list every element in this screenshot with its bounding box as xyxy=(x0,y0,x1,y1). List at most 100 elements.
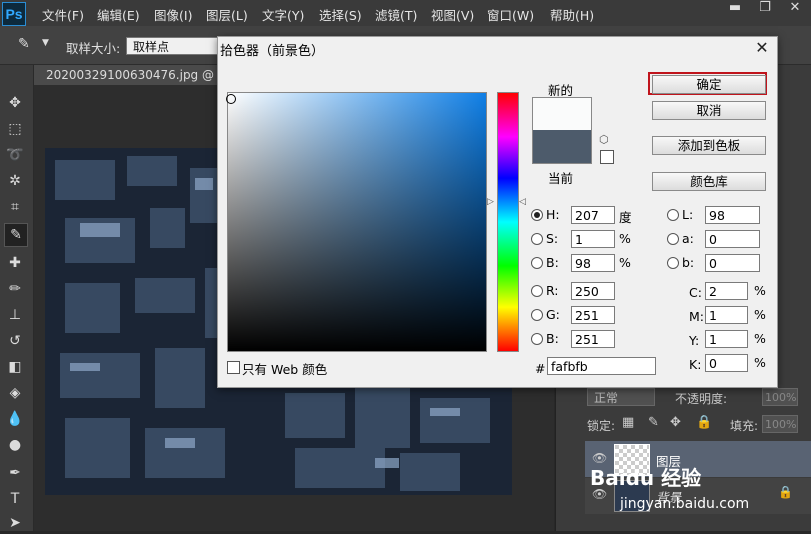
minimize-icon[interactable]: ▬ xyxy=(722,0,748,18)
hex-label: # xyxy=(535,361,546,376)
fill-label: 填充: xyxy=(730,419,759,433)
menu-file[interactable]: 文件(F) xyxy=(42,5,84,24)
red-label: R: xyxy=(546,283,559,298)
web-colors-only-label: 只有 Web 颜色 xyxy=(242,362,328,377)
web-colors-only-checkbox[interactable] xyxy=(227,361,240,374)
sample-size-select[interactable]: 取样点 xyxy=(126,37,218,55)
blue-label: B: xyxy=(546,331,559,346)
web-safe-swatch-icon[interactable] xyxy=(600,150,614,164)
hue-input[interactable]: 207 xyxy=(571,206,615,224)
black-label: K: xyxy=(689,357,702,372)
radio-lab-b[interactable] xyxy=(667,257,679,269)
black-input[interactable]: 0 xyxy=(705,354,748,372)
hue-slider[interactable] xyxy=(497,92,519,352)
marquee-tool-icon[interactable]: ⬚ xyxy=(4,118,26,140)
watermark-url: jingyan.baidu.com xyxy=(620,496,750,512)
eyedropper-icon[interactable]: ✎ xyxy=(18,36,30,52)
close-window-icon[interactable]: ✕ xyxy=(782,0,808,18)
healing-brush-icon[interactable]: ✚ xyxy=(4,252,26,274)
menu-window[interactable]: 窗口(W) xyxy=(487,5,534,24)
saturation-input[interactable]: 1 xyxy=(571,230,615,248)
current-color-swatch[interactable] xyxy=(532,130,592,164)
restore-icon[interactable]: ❐ xyxy=(752,0,778,18)
lab-a-input[interactable]: 0 xyxy=(705,230,760,248)
menu-edit[interactable]: 编辑(E) xyxy=(97,5,140,24)
stamp-tool-icon[interactable]: ⊥ xyxy=(4,304,26,326)
lock-pixels-icon[interactable]: ▦ xyxy=(622,415,634,430)
cyan-unit: % xyxy=(754,283,766,298)
hex-input[interactable]: fafbfb xyxy=(547,357,656,375)
paint-bucket-icon[interactable]: ◈ xyxy=(4,382,26,404)
quick-select-tool-icon[interactable]: ✲ xyxy=(4,170,26,192)
pen-tool-icon[interactable]: ✒ xyxy=(4,462,26,484)
yellow-input[interactable]: 1 xyxy=(705,330,748,348)
menu-view[interactable]: 视图(V) xyxy=(431,5,474,24)
hue-arrow-right-icon[interactable]: ◁ xyxy=(519,197,526,207)
blur-tool-icon[interactable]: 💧 xyxy=(4,408,26,430)
menu-filter[interactable]: 滤镜(T) xyxy=(375,5,417,24)
menu-help[interactable]: 帮助(H) xyxy=(550,5,594,24)
cyan-input[interactable]: 2 xyxy=(705,282,748,300)
fill-field[interactable]: 100% xyxy=(762,415,798,433)
eraser-tool-icon[interactable]: ◧ xyxy=(4,356,26,378)
red-input[interactable]: 250 xyxy=(571,282,615,300)
move-tool-icon[interactable]: ✥ xyxy=(4,92,26,114)
dodge-tool-icon[interactable]: ● xyxy=(4,434,26,456)
brush-tool-icon[interactable]: ✏ xyxy=(4,278,26,300)
lab-l-input[interactable]: 98 xyxy=(705,206,760,224)
saturation-unit: % xyxy=(619,231,631,246)
sample-size-label: 取样大小: xyxy=(66,41,121,56)
menu-type[interactable]: 文字(Y) xyxy=(262,5,304,24)
type-tool-icon[interactable]: T xyxy=(4,488,26,510)
close-icon[interactable]: ✕ xyxy=(752,38,772,58)
lock-paint-icon[interactable]: ✎ xyxy=(648,415,659,430)
blue-input[interactable]: 251 xyxy=(571,330,615,348)
menu-image[interactable]: 图像(I) xyxy=(154,5,192,24)
radio-lab-a[interactable] xyxy=(667,233,679,245)
out-of-gamut-cube-icon[interactable]: ⬡ xyxy=(599,133,609,146)
color-field-marker[interactable] xyxy=(226,94,236,104)
lab-l-label: L: xyxy=(682,207,694,222)
cancel-button[interactable]: 取消 xyxy=(652,101,766,120)
lasso-tool-icon[interactable]: ➰ xyxy=(4,144,26,166)
history-brush-icon[interactable]: ↺ xyxy=(4,330,26,352)
hue-unit: 度 xyxy=(619,210,632,225)
add-to-swatches-button[interactable]: 添加到色板 xyxy=(652,136,766,155)
lock-move-icon[interactable]: ✥ xyxy=(670,415,681,430)
radio-lab-l[interactable] xyxy=(667,209,679,221)
green-input[interactable]: 251 xyxy=(571,306,615,324)
lab-b-input[interactable]: 0 xyxy=(705,254,760,272)
radio-red[interactable] xyxy=(531,285,543,297)
chevron-down-icon[interactable]: ▼ xyxy=(42,38,49,48)
brightness-unit: % xyxy=(619,255,631,270)
lock-label: 锁定: xyxy=(587,419,616,433)
magenta-input[interactable]: 1 xyxy=(705,306,748,324)
saturation-brightness-field[interactable] xyxy=(227,92,487,352)
ok-button[interactable]: 确定 xyxy=(652,75,766,94)
opacity-field[interactable]: 100% xyxy=(762,388,798,406)
radio-saturation[interactable] xyxy=(531,233,543,245)
radio-brightness[interactable] xyxy=(531,257,543,269)
dialog-title: 拾色器（前景色） xyxy=(220,44,325,59)
magenta-label: M: xyxy=(689,309,704,324)
radio-green[interactable] xyxy=(531,309,543,321)
blend-mode-select[interactable]: 正常 xyxy=(587,388,655,406)
layer-lock-icon: 🔒 xyxy=(778,485,793,499)
crop-tool-icon[interactable]: ⌗ xyxy=(4,196,26,218)
opacity-label: 不透明度: xyxy=(675,392,728,406)
yellow-label: Y: xyxy=(689,333,700,348)
cyan-label: C: xyxy=(689,285,702,300)
lock-all-icon[interactable]: 🔒 xyxy=(696,415,712,430)
current-color-label: 当前 xyxy=(548,171,574,186)
menu-layer[interactable]: 图层(L) xyxy=(206,5,248,24)
eyedropper-tool-icon[interactable]: ✎ xyxy=(4,223,28,247)
color-libraries-button[interactable]: 颜色库 xyxy=(652,172,766,191)
menu-select[interactable]: 选择(S) xyxy=(319,5,362,24)
document-tab[interactable]: 20200329100630476.jpg @ 100 xyxy=(34,65,224,85)
radio-hue[interactable] xyxy=(531,209,543,221)
saturation-label: S: xyxy=(546,231,559,246)
radio-blue[interactable] xyxy=(531,333,543,345)
hue-arrow-left-icon[interactable]: ▷ xyxy=(487,197,494,207)
yellow-unit: % xyxy=(754,331,766,346)
brightness-input[interactable]: 98 xyxy=(571,254,615,272)
